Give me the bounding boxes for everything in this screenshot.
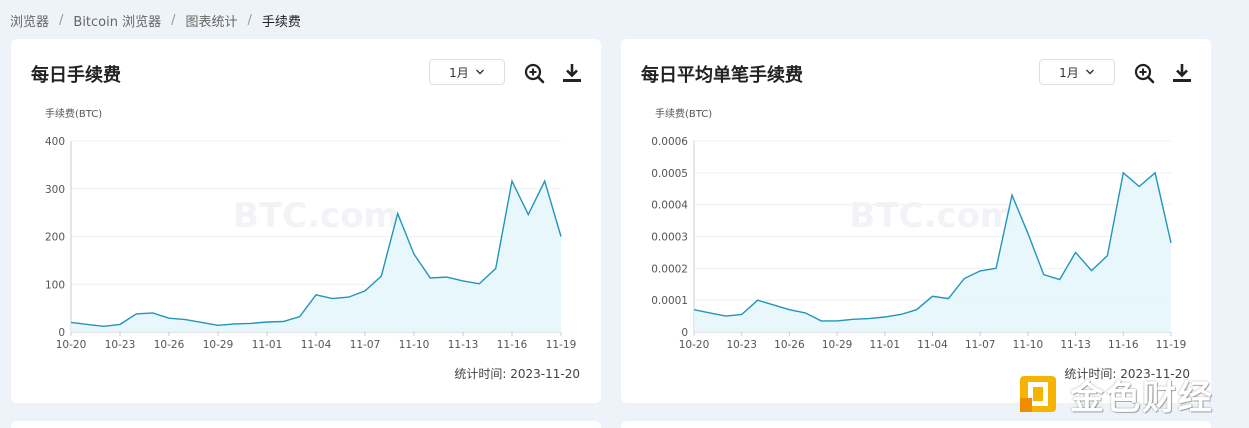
period-select-value: 1月 — [449, 65, 469, 80]
jinse-logo-text: 金色财经 — [1070, 377, 1214, 418]
x-tick-label: 11-04 — [917, 339, 948, 351]
x-tick-label: 11-07 — [965, 339, 996, 351]
x-tick-label: 11-04 — [301, 339, 332, 351]
breadcrumb-separator: / — [59, 13, 64, 28]
period-select-value: 1月 — [1059, 65, 1079, 80]
x-tick-label: 10-20 — [56, 339, 87, 351]
y-tick-label: 0 — [681, 327, 688, 339]
y-tick-label: 0.0006 — [651, 136, 688, 148]
watermark: BTC.com — [850, 196, 1016, 236]
y-axis-label: 手续费(BTC) — [655, 107, 712, 120]
x-tick-label: 11-19 — [1156, 339, 1187, 351]
y-tick-label: 0.0002 — [651, 263, 688, 275]
breadcrumb-separator: / — [247, 13, 252, 28]
x-tick-label: 11-16 — [497, 339, 528, 351]
x-tick-label: 11-10 — [399, 339, 430, 351]
y-tick-label: 100 — [45, 279, 65, 291]
x-tick-label: 11-01 — [870, 339, 901, 351]
y-tick-label: 0.0004 — [651, 200, 688, 212]
x-tick-label: 10-26 — [154, 339, 185, 351]
x-tick-label: 11-13 — [1060, 339, 1091, 351]
breadcrumb-current: 手续费 — [261, 15, 301, 30]
download-icon[interactable] — [1171, 62, 1193, 84]
watermark: BTC.com — [233, 196, 399, 236]
jinse-logo: 金色财经 — [1016, 371, 1242, 418]
daily-fee-chart[interactable]: 手续费(BTC) 0 100 200 300 400 BTC.com 10-20 10-23 10… — [11, 103, 601, 363]
y-tick-label: 400 — [45, 136, 65, 148]
y-tick-label: 0.0003 — [651, 232, 688, 244]
x-tick-label: 10-23 — [726, 339, 757, 351]
y-tick-label: 0.0001 — [651, 295, 688, 307]
x-tick-label: 11-13 — [448, 339, 479, 351]
jinse-logo-icon — [1020, 376, 1056, 412]
breadcrumb-chart-stats[interactable]: 图表统计 — [186, 11, 238, 30]
x-tick-label: 10-20 — [679, 339, 710, 351]
x-tick-label: 10-23 — [105, 339, 136, 351]
stat-time: 统计时间: 2023-11-20 — [454, 367, 580, 381]
breadcrumb-browser[interactable]: 浏览器 — [10, 11, 49, 30]
x-tick-label: 11-10 — [1013, 339, 1044, 351]
x-tick-label: 11-01 — [252, 339, 283, 351]
x-tick-label: 10-29 — [203, 339, 234, 351]
y-tick-label: 200 — [45, 232, 65, 244]
chevron-down-icon — [1085, 69, 1094, 75]
breadcrumb-bitcoin-browser[interactable]: Bitcoin 浏览器 — [73, 11, 161, 30]
card-title: 每日平均单笔手续费 — [641, 65, 803, 86]
x-tick-label: 11-19 — [546, 339, 577, 351]
breadcrumb-separator: / — [171, 13, 176, 28]
daily-fee-card: 每日手续费 1月 手续费(BTC) 0 100 200 300 400 BTC.com 10-… — [11, 39, 601, 403]
x-tick-label: 10-26 — [774, 339, 805, 351]
daily-avg-fee-chart[interactable]: 手续费(BTC) 0 0.0001 0.0002 0.0003 0.0004 0.0005 0… — [621, 103, 1211, 363]
x-tick-label: 11-16 — [1108, 339, 1139, 351]
daily-avg-fee-card: 每日平均单笔手续费 1月 手续费(BTC) 0 0.0001 0.0002 0.0003… — [621, 39, 1211, 403]
period-select[interactable]: 1月 — [1039, 59, 1115, 85]
breadcrumb: 浏览器 / Bitcoin 浏览器 / 图表统计 / 手续费 — [10, 11, 301, 30]
download-icon[interactable] — [561, 62, 583, 84]
zoom-in-icon[interactable] — [523, 62, 545, 84]
next-card — [621, 421, 1211, 428]
x-tick-label: 11-07 — [350, 339, 381, 351]
next-card — [11, 421, 601, 428]
chevron-down-icon — [475, 69, 484, 75]
period-select[interactable]: 1月 — [429, 59, 505, 85]
zoom-in-icon[interactable] — [1133, 62, 1155, 84]
x-tick-label: 10-29 — [822, 339, 853, 351]
y-tick-label: 0 — [58, 327, 65, 339]
y-tick-label: 300 — [45, 184, 65, 196]
y-tick-label: 0.0005 — [651, 168, 688, 180]
card-title: 每日手续费 — [31, 65, 121, 86]
y-axis-label: 手续费(BTC) — [45, 107, 102, 120]
